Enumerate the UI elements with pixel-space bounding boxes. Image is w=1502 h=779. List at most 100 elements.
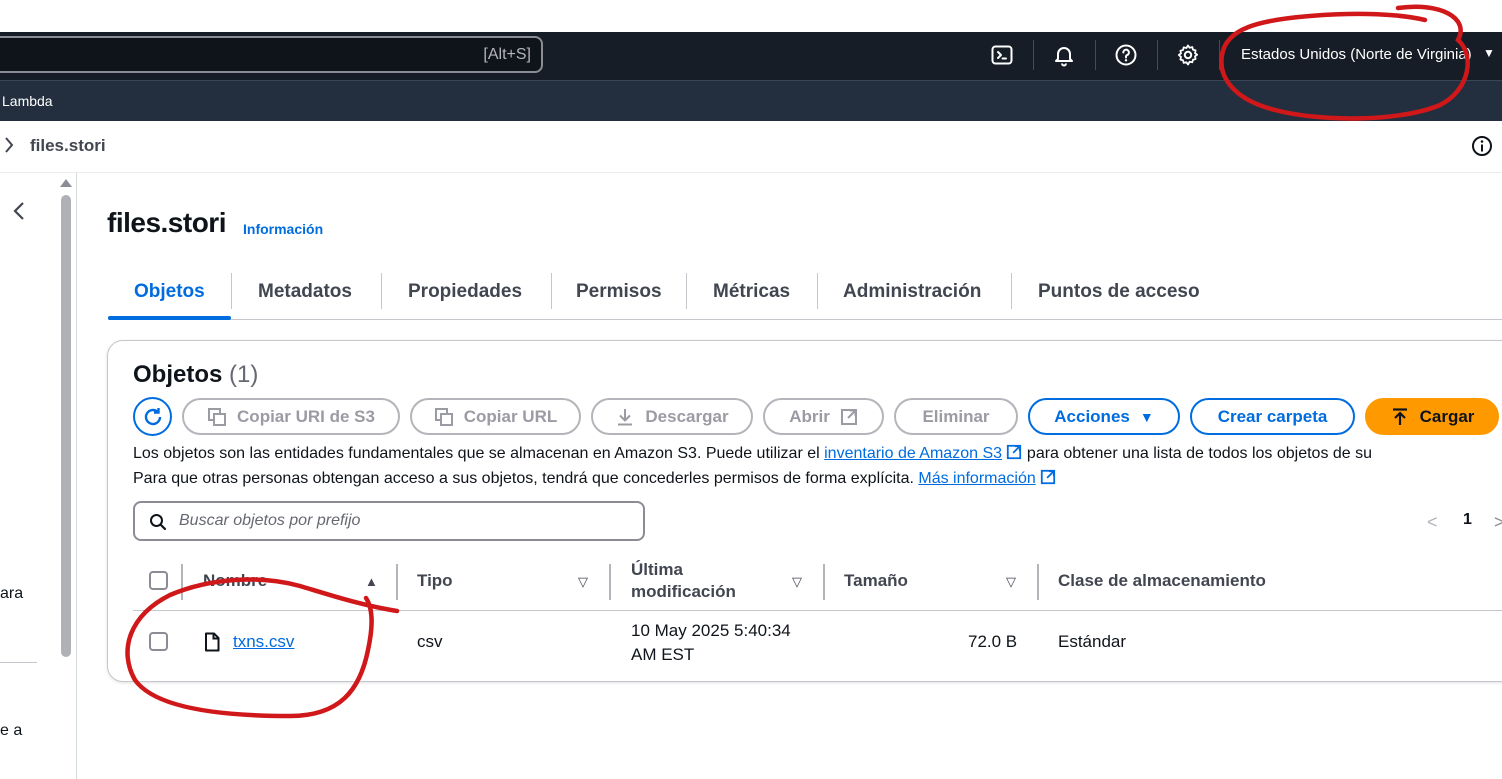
collapse-nav-icon[interactable] bbox=[12, 201, 26, 226]
objects-description-line2: Para que otras personas obtengan acceso … bbox=[133, 469, 1056, 488]
column-header-modified-line1[interactable]: Última bbox=[631, 560, 683, 580]
tab-metrics[interactable]: Métricas bbox=[713, 281, 790, 303]
copy-icon bbox=[434, 407, 453, 426]
download-button[interactable]: Descargar bbox=[591, 398, 753, 435]
tab-access-points[interactable]: Puntos de acceso bbox=[1038, 281, 1200, 303]
download-label: Descargar bbox=[645, 406, 729, 426]
settings-icon[interactable] bbox=[1175, 42, 1201, 68]
open-button[interactable]: Abrir bbox=[763, 398, 884, 435]
column-divider[interactable] bbox=[396, 564, 398, 600]
refresh-button[interactable] bbox=[133, 397, 172, 436]
description-text: para obtener una lista de todos los obje… bbox=[1022, 445, 1373, 462]
pagination-prev-icon[interactable]: < bbox=[1427, 512, 1438, 533]
external-link-icon bbox=[1007, 444, 1022, 460]
side-navigation: ara e a bbox=[0, 173, 77, 779]
objects-description-line1: Los objetos son las entidades fundamenta… bbox=[133, 444, 1372, 463]
create-folder-button[interactable]: Crear carpeta bbox=[1190, 398, 1355, 435]
active-tab-indicator bbox=[108, 316, 231, 320]
services-favorites-bar: Lambda bbox=[0, 80, 1502, 121]
caret-down-icon[interactable]: ▼ bbox=[1483, 46, 1495, 60]
info-panel-icon[interactable] bbox=[1471, 135, 1493, 162]
sort-ascending-icon[interactable]: ▲ bbox=[365, 574, 378, 589]
s3-console-page: [Alt+S] Estados Unidos (Norte de Virgini… bbox=[0, 0, 1502, 779]
delete-label: Eliminar bbox=[922, 406, 990, 426]
tab-objects[interactable]: Objetos bbox=[134, 281, 205, 303]
column-header-name[interactable]: Nombre bbox=[203, 571, 267, 591]
top-nav-bar: [Alt+S] Estados Unidos (Norte de Virgini… bbox=[0, 32, 1502, 80]
column-header-type[interactable]: Tipo bbox=[417, 571, 453, 591]
search-shortcut-hint: [Alt+S] bbox=[483, 46, 531, 63]
pagination-next-icon[interactable]: > bbox=[1494, 512, 1502, 533]
search-icon bbox=[149, 513, 167, 536]
objects-heading-text: Objetos bbox=[133, 361, 223, 388]
column-header-modified-line2[interactable]: modificación bbox=[631, 582, 736, 602]
tab-divider bbox=[551, 273, 552, 309]
object-storage-class: Estándar bbox=[1058, 632, 1127, 651]
favorite-service-lambda[interactable]: Lambda bbox=[2, 93, 53, 109]
breadcrumb-current: files.stori bbox=[30, 136, 106, 155]
delete-button[interactable]: Eliminar bbox=[894, 398, 1018, 435]
tab-divider bbox=[817, 273, 818, 309]
sort-icon[interactable]: ▽ bbox=[1006, 574, 1016, 590]
cloudshell-icon[interactable] bbox=[989, 42, 1015, 68]
global-search-input[interactable]: [Alt+S] bbox=[0, 36, 543, 73]
side-nav-scrollbar[interactable] bbox=[60, 179, 72, 779]
external-link-icon bbox=[840, 408, 857, 425]
open-label: Abrir bbox=[789, 406, 830, 426]
sort-icon[interactable]: ▽ bbox=[578, 574, 588, 590]
copy-s3-uri-button[interactable]: Copiar URI de S3 bbox=[182, 398, 400, 435]
column-header-storage-class[interactable]: Clase de almacenamiento bbox=[1058, 571, 1266, 591]
object-size: 72.0 B bbox=[968, 632, 1018, 651]
tab-permissions[interactable]: Permisos bbox=[576, 281, 662, 303]
side-nav-divider bbox=[0, 662, 37, 663]
page-title: files.stori bbox=[107, 207, 226, 238]
description-text: Para que otras personas obtengan acceso … bbox=[133, 470, 919, 487]
object-search-input[interactable] bbox=[179, 503, 629, 539]
tab-divider bbox=[231, 273, 232, 309]
header-divider bbox=[1157, 40, 1158, 70]
select-all-checkbox[interactable] bbox=[149, 571, 168, 590]
sort-icon[interactable]: ▽ bbox=[792, 574, 802, 590]
learn-more-link[interactable]: Más información bbox=[918, 470, 1035, 487]
download-icon bbox=[618, 408, 633, 425]
object-name-link[interactable]: txns.csv bbox=[233, 632, 294, 652]
tab-metadata[interactable]: Metadatos bbox=[258, 281, 352, 303]
tab-properties[interactable]: Propiedades bbox=[408, 281, 522, 303]
upload-button[interactable]: Cargar bbox=[1365, 398, 1499, 435]
side-nav-text-fragment: e a bbox=[0, 722, 23, 739]
tab-divider bbox=[381, 273, 382, 309]
file-icon bbox=[204, 632, 220, 657]
actions-dropdown-button[interactable]: Acciones ▼ bbox=[1028, 398, 1180, 435]
column-divider[interactable] bbox=[1037, 564, 1039, 600]
s3-inventory-link[interactable]: inventario de Amazon S3 bbox=[824, 445, 1002, 462]
objects-count: (1) bbox=[229, 361, 259, 388]
column-divider[interactable] bbox=[609, 564, 611, 600]
tab-divider bbox=[1011, 273, 1012, 309]
top-strip bbox=[0, 0, 1502, 32]
bell-icon[interactable] bbox=[1051, 42, 1077, 68]
help-icon[interactable] bbox=[1113, 42, 1139, 68]
header-divider bbox=[1219, 40, 1220, 70]
object-modified-line1: 10 May 2025 5:40:34 bbox=[631, 621, 791, 640]
info-link[interactable]: Información bbox=[243, 221, 323, 237]
column-header-size[interactable]: Tamaño bbox=[844, 571, 908, 591]
tab-management[interactable]: Administración bbox=[843, 281, 981, 303]
copy-url-button[interactable]: Copiar URL bbox=[410, 398, 581, 435]
create-folder-label: Crear carpeta bbox=[1217, 406, 1328, 426]
tab-divider bbox=[686, 273, 687, 309]
upload-icon bbox=[1392, 407, 1407, 425]
region-selector[interactable]: Estados Unidos (Norte de Virginia) bbox=[1241, 46, 1472, 63]
header-divider bbox=[1033, 40, 1034, 70]
object-search-field[interactable] bbox=[133, 501, 645, 541]
bucket-tabs: Objetos Metadatos Propiedades Permisos M… bbox=[108, 273, 1502, 320]
object-modified-line2: AM EST bbox=[631, 645, 695, 664]
row-checkbox[interactable] bbox=[149, 632, 168, 651]
scrollbar-thumb[interactable] bbox=[61, 195, 71, 657]
pagination-current-page[interactable]: 1 bbox=[1463, 511, 1472, 529]
object-type: csv bbox=[417, 632, 443, 651]
scroll-up-arrow-icon[interactable] bbox=[60, 179, 72, 187]
external-link-icon bbox=[1041, 469, 1056, 485]
objects-heading: Objetos (1) bbox=[133, 361, 258, 389]
column-divider[interactable] bbox=[823, 564, 825, 600]
copy-url-label: Copiar URL bbox=[463, 406, 558, 426]
